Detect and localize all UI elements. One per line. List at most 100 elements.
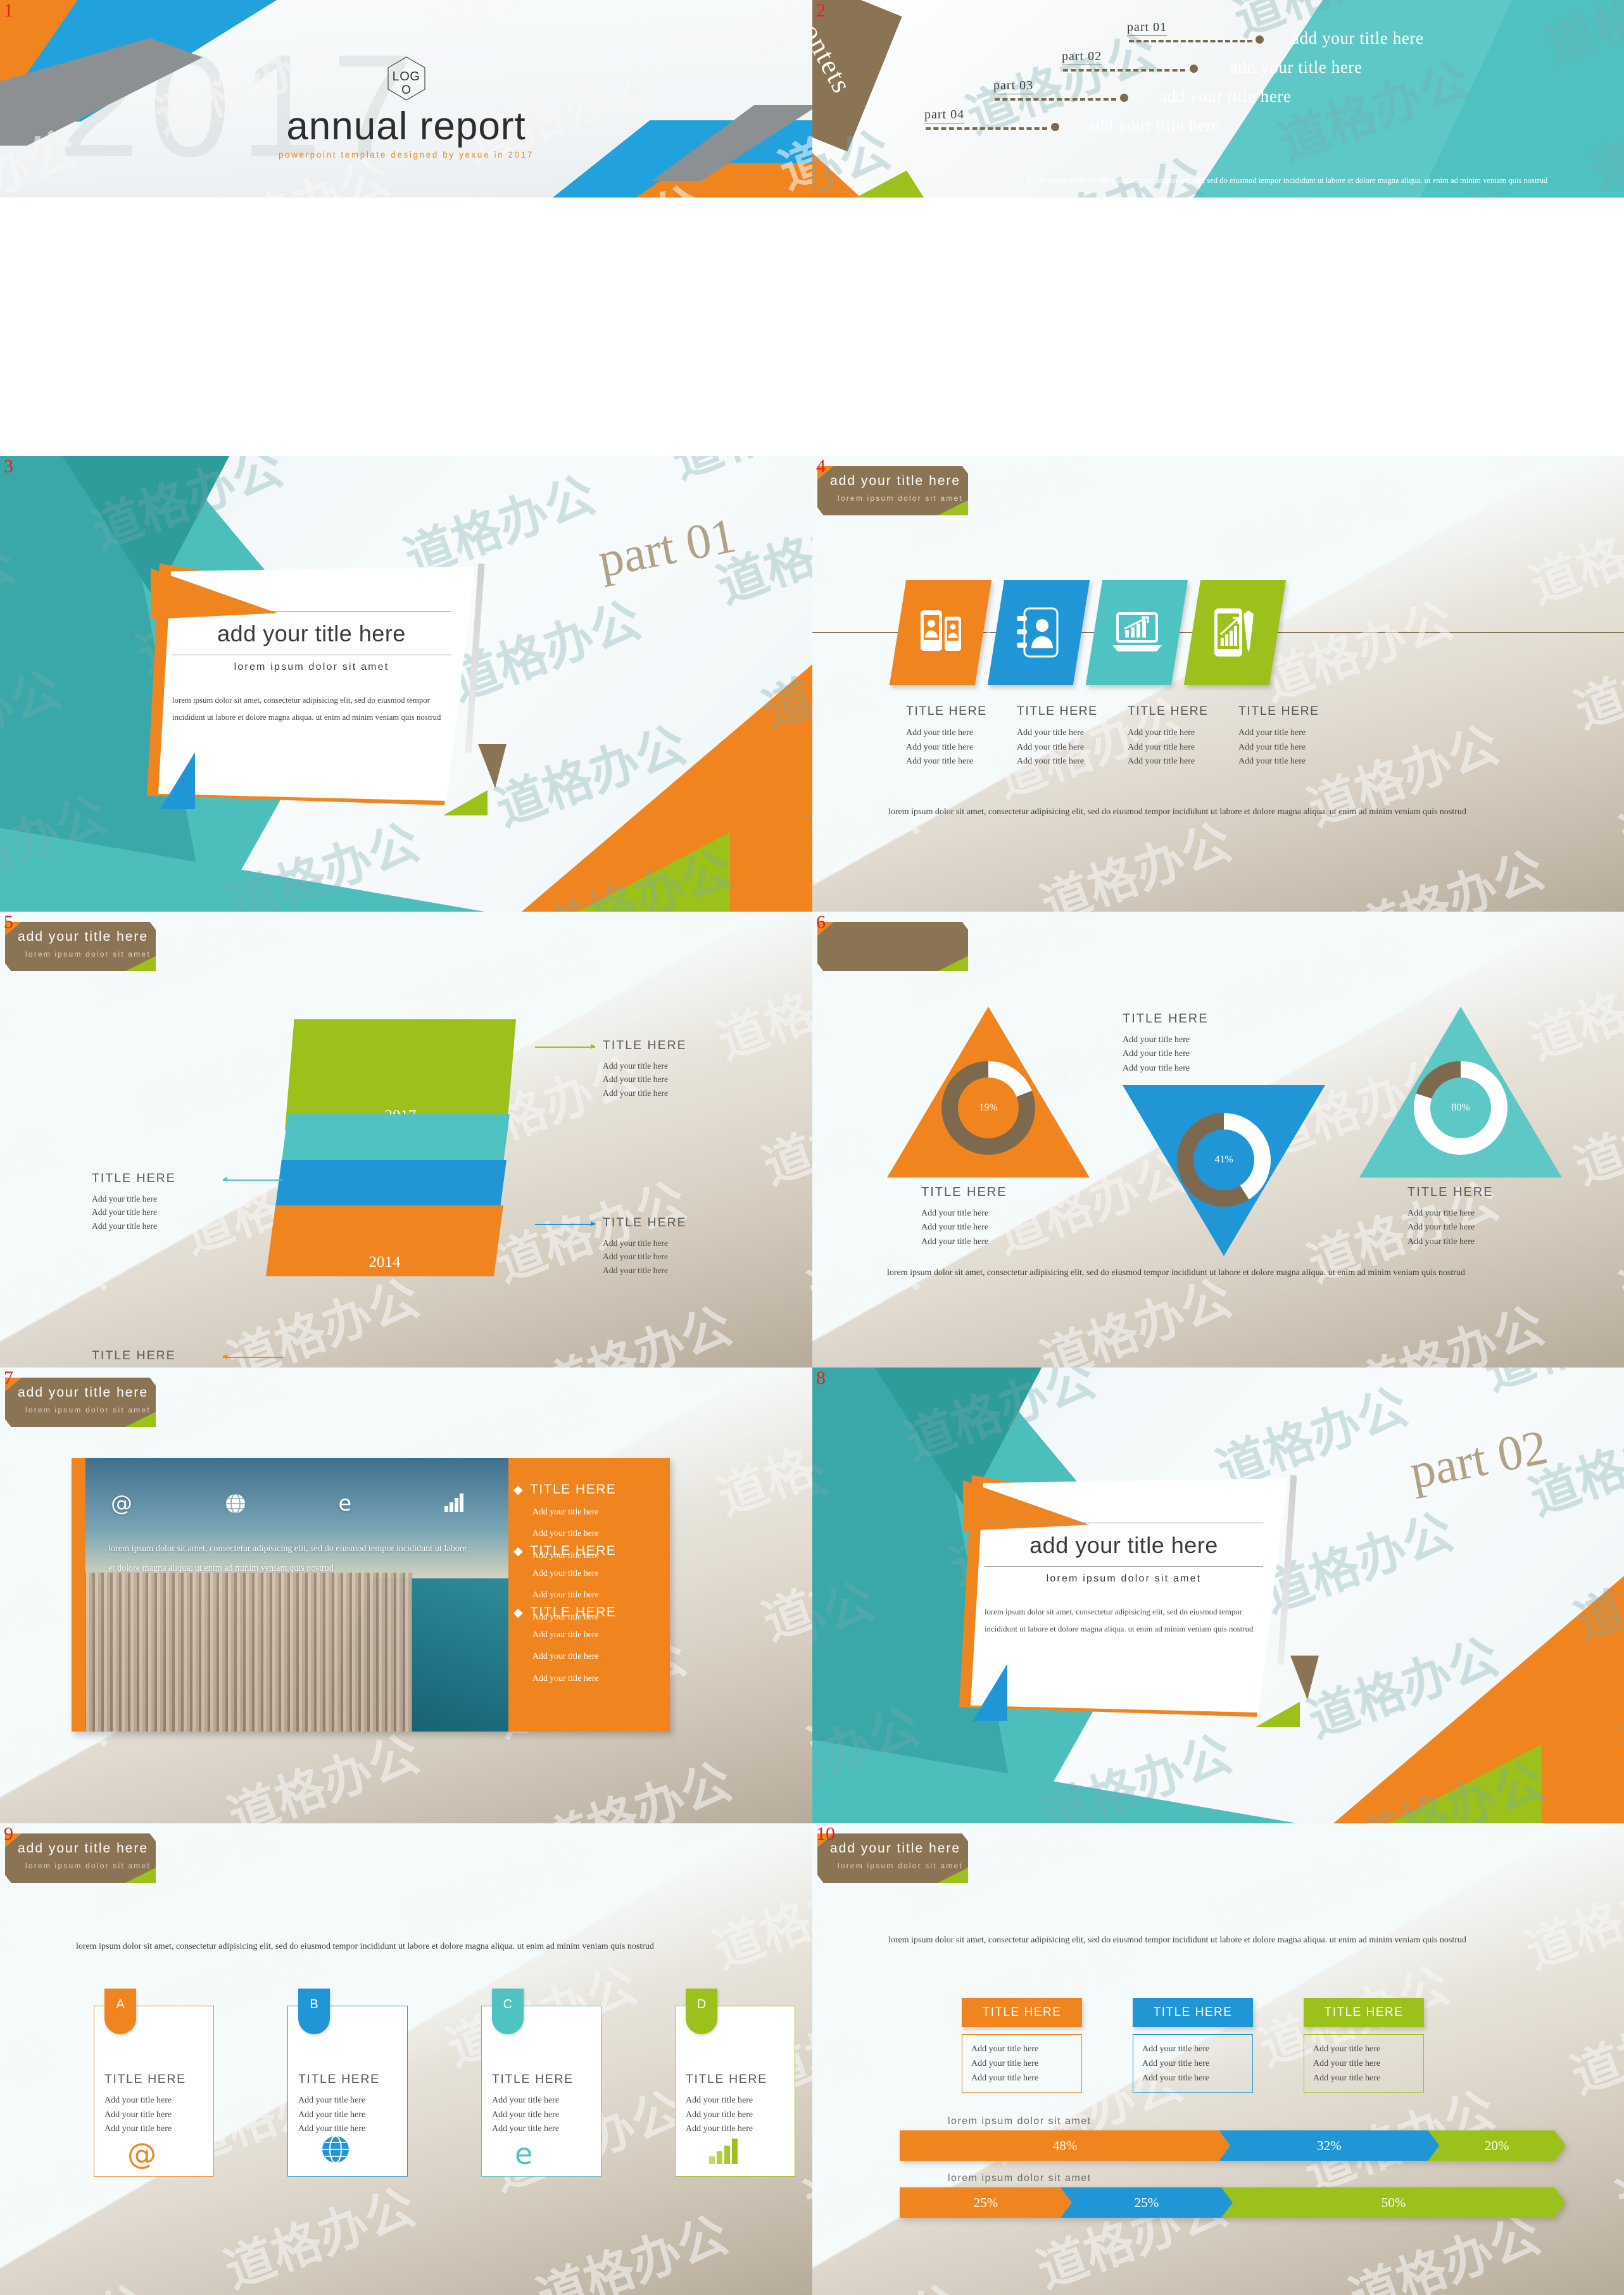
toc-item[interactable]: part 03 add your title here <box>812 79 1624 110</box>
card-line: Add your title here <box>686 2110 753 2120</box>
year-slab[interactable]: 2014 <box>266 1205 503 1276</box>
card-line: Add your title here <box>1238 757 1306 767</box>
internet-explorer-icon: e <box>515 2137 533 2171</box>
list-item-card[interactable]: D TITLE HERE Add your title here Add you… <box>675 1989 795 2177</box>
card-line: Add your title here <box>1017 742 1085 752</box>
icon-card[interactable] <box>1085 580 1188 685</box>
card-line: Add your title here <box>1017 757 1085 767</box>
card-line: Add your title here <box>492 2110 560 2120</box>
slide-header-tab: add your title here lorem ipsum dolor si… <box>5 1833 156 1883</box>
toc-connector-line <box>1063 69 1185 72</box>
header-subtitle: lorem ipsum dolor sit amet <box>838 494 963 503</box>
card-line: Add your title here <box>906 742 974 752</box>
toc-item[interactable]: part 01 add your title here <box>812 20 1624 52</box>
header-tab-shape: add your title here lorem ipsum dolor si… <box>5 1378 156 1427</box>
card-line: Add your title here <box>104 2096 172 2105</box>
card-tag-wrap: B <box>298 1989 330 2034</box>
block-line: Add your title here <box>532 1651 599 1661</box>
list-item-card[interactable]: C TITLE HERE Add your title here Add you… <box>481 1989 601 2177</box>
bar-segment: 20% <box>1428 2130 1566 2161</box>
toc-connector-dot <box>1256 35 1264 44</box>
card-tag-wrap: C <box>492 1989 524 2034</box>
callout-arrow <box>222 1178 283 1181</box>
slide-deck-grid: 2017 道格办公道格办公道格办公道格办公 道格办公道格办公道格办公道格办公 道… <box>0 0 1624 2295</box>
chart-caption-block: TITLE HERE Add your title here Add your … <box>1407 1185 1553 1249</box>
callout-line: Add your title here <box>92 1194 158 1204</box>
bar-segment: 32% <box>1219 2130 1439 2161</box>
card-lines: Add your title here Add your title here … <box>104 2094 172 2137</box>
internet-explorer-icon: e <box>338 1491 352 1516</box>
card-title: TITLE HERE <box>906 704 987 718</box>
caption-line: Add your title here <box>921 1236 989 1247</box>
key-block[interactable]: TITLE HERE Add your title here Add your … <box>1133 1998 1253 2094</box>
slide-number: 6 <box>816 912 826 933</box>
header-tab-shape: add your title here lorem ipsum dolor si… <box>5 922 156 971</box>
icon-card[interactable] <box>1183 580 1287 685</box>
card-lines: Add your title here Add your title here … <box>298 2094 365 2137</box>
key-block-row: TITLE HERE Add your title here Add your … <box>962 1998 1424 2094</box>
key-block-body: Add your title here Add your title here … <box>962 2034 1082 2094</box>
list-item-card[interactable]: B TITLE HERE Add your title here Add you… <box>287 1989 408 2177</box>
card-line: Add your title here <box>1128 757 1195 767</box>
slide-footer-text: lorem ipsum dolor sit amet, consectetur … <box>888 807 1466 817</box>
card-line: Add your title here <box>298 2110 366 2120</box>
donut-chart-19: 19% <box>941 1061 1035 1155</box>
key-block-line: Add your title here <box>971 2059 1039 2069</box>
block-line: Add your title here <box>532 1590 599 1600</box>
year-slab[interactable]: 2017 <box>285 1019 516 1130</box>
header-subtitle: lorem ipsum dolor sit amet <box>25 1861 151 1870</box>
toc-connector-line <box>926 127 1047 130</box>
key-block-line: Add your title here <box>1313 2059 1381 2069</box>
callout-block: TITLE HERE Add your title here Add your … <box>603 1038 726 1100</box>
card-line: Add your title here <box>1017 728 1085 738</box>
caption-line: Add your title here <box>1123 1063 1190 1073</box>
orange-edge-strip <box>72 1458 85 1732</box>
icon-card[interactable] <box>987 580 1090 685</box>
orange-text-column: TITLE HERE Add your title here Add your … <box>508 1458 670 1732</box>
toc-item[interactable]: part 02 add your title here <box>812 49 1624 81</box>
chart-caption-block: TITLE HERE Add your title here Add your … <box>921 1185 1067 1249</box>
slide-footer-text: lorem ipsum dolor sit amet, consectetur … <box>887 1268 1465 1278</box>
callout-block: TITLE HERE Add your title here Add your … <box>92 1349 215 1368</box>
toc-title: add your title here <box>1230 58 1363 77</box>
icon-card[interactable] <box>889 580 992 685</box>
caption-line: Add your title here <box>1123 1035 1190 1045</box>
card-content: add your title here lorem ipsum dolor si… <box>985 1523 1273 1638</box>
caption-line: Add your title here <box>1407 1236 1475 1247</box>
slide-header-tab: add your title here lorem ipsum dolor si… <box>817 1833 968 1883</box>
header-subtitle: lorem ipsum dolor sit amet <box>25 1405 151 1414</box>
globe-icon <box>225 1493 246 1518</box>
icon-card-text-row: TITLE HERE Add your title here Add your … <box>906 704 1337 769</box>
card-line: Add your title here <box>686 2124 753 2134</box>
slide-3-part01-divider: 道格办公 道格办公 道格办公 道格办公 道格办公 道格办公 道格办公 道格办公 道格办公 道格… <box>0 456 812 912</box>
table-of-contents: part 01 add your title here part 02 add … <box>812 20 1624 139</box>
caption-line: Add your title here <box>921 1223 989 1233</box>
caption-line: Add your title here <box>921 1209 989 1218</box>
toc-connector-line <box>1129 40 1252 42</box>
header-title: add your title here <box>18 1841 149 1856</box>
slide-header-tab: add your title here lorem ipsum dolor si… <box>5 1378 156 1427</box>
toc-part-label: part 02 <box>1062 49 1102 65</box>
list-item-card[interactable]: A TITLE HERE Add your title here Add you… <box>94 1989 214 2177</box>
key-block-line: Add your title here <box>1313 2073 1381 2084</box>
toc-item[interactable]: part 04 add your title here <box>812 108 1624 139</box>
card-line: Add your title here <box>104 2110 172 2120</box>
card-title: TITLE HERE <box>1017 704 1098 718</box>
key-block[interactable]: TITLE HERE Add your title here Add your … <box>962 1998 1082 2094</box>
key-block-body: Add your title here Add your title here … <box>1133 2034 1253 2094</box>
card-letter-tag: B <box>298 1989 330 2034</box>
toc-connector-dot <box>1120 94 1128 102</box>
icon-card-text: TITLE HERE Add your title here Add your … <box>1238 704 1337 769</box>
slide-header-tab: add your title here lorem ipsum dolor si… <box>5 922 156 971</box>
chart-caption-block: TITLE HERE Add your title here Add your … <box>1123 1012 1268 1076</box>
icon-card-text: TITLE HERE Add your title here Add your … <box>906 704 1004 769</box>
card-line: Add your title here <box>686 2096 753 2105</box>
card-lines: Add your title here Add your title here … <box>686 2094 753 2137</box>
callout-title: TITLE HERE <box>92 1171 176 1185</box>
block-line: Add your title here <box>532 1673 599 1683</box>
key-block-line: Add your title here <box>1313 2044 1381 2054</box>
card-title: TITLE HERE <box>686 2072 767 2086</box>
slide-header-tab: add your title here lorem ipsum dolor si… <box>817 922 968 971</box>
key-block[interactable]: TITLE HERE Add your title here Add your … <box>1304 1998 1424 2094</box>
card-tag-wrap: A <box>104 1989 136 2034</box>
